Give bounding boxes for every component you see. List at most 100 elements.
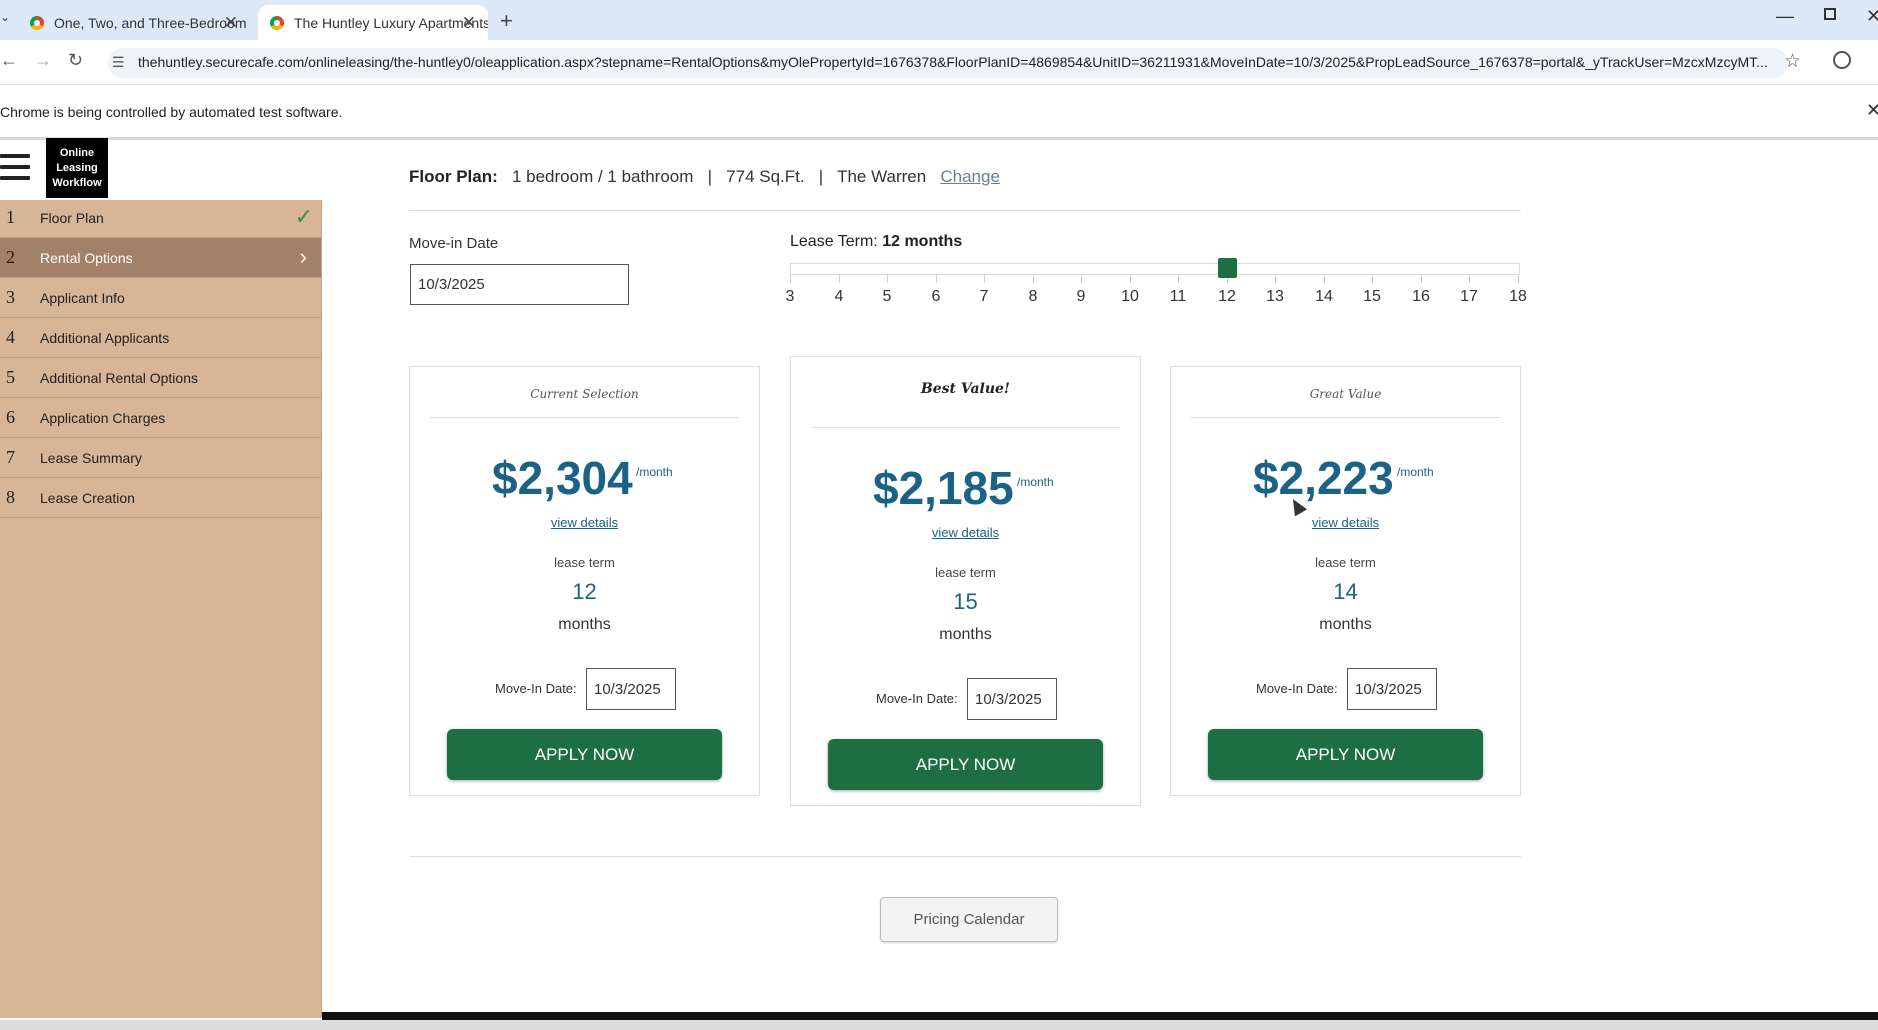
card-price: $2,185	[873, 462, 1014, 514]
step-label: Additional Rental Options	[40, 370, 198, 386]
divider	[409, 856, 1521, 857]
floor-plan-beds-baths: 1 bedroom / 1 bathroom	[511, 167, 694, 186]
slider-tick-label[interactable]: 13	[1260, 288, 1290, 306]
step-number: 4	[6, 327, 15, 347]
slider-tick-label[interactable]: 16	[1406, 288, 1436, 306]
slider-tick-label[interactable]: 5	[872, 288, 902, 306]
sidebar-step-rental-options[interactable]: 2 Rental Options ›	[0, 238, 321, 278]
slider-tick-label[interactable]: 15	[1357, 288, 1387, 306]
slider-tick-label[interactable]: 11	[1163, 288, 1193, 306]
card-price: $2,304	[492, 452, 633, 504]
sidebar-step-application-charges[interactable]: 6 Application Charges	[0, 398, 321, 438]
sidebar-step-lease-summary[interactable]: 7 Lease Summary	[0, 438, 321, 478]
lease-term-slider-track[interactable]	[790, 263, 1520, 275]
floor-plan-summary: Floor Plan: 1 bedroom / 1 bathroom | 774…	[409, 167, 1000, 187]
url-text[interactable]: thehuntley.securecafe.com/onlineleasing/…	[138, 54, 1768, 70]
step-number: 1	[6, 207, 15, 227]
tab-close-icon[interactable]: ✕	[224, 13, 238, 33]
step-label: Lease Creation	[40, 490, 135, 506]
apply-now-button[interactable]: APPLY NOW	[447, 729, 722, 780]
card-per-month: /month	[1017, 475, 1054, 489]
view-details-link[interactable]: view details	[410, 515, 759, 530]
browser-tab-2[interactable]: The Huntley Luxury Apartments ✕	[258, 5, 488, 40]
back-icon[interactable]: ←	[0, 50, 18, 71]
new-tab-icon[interactable]: +	[500, 8, 513, 34]
slider-tick	[1081, 275, 1082, 283]
sidebar-step-applicant-info[interactable]: 3 Applicant Info	[0, 278, 321, 318]
infobar-text: Chrome is being controlled by automated …	[0, 104, 343, 120]
tab-search-chevron-icon[interactable]: ⌄	[0, 10, 10, 24]
slider-tick-label[interactable]: 10	[1115, 288, 1145, 306]
step-number: 8	[6, 487, 15, 507]
card-divider	[430, 417, 739, 418]
reload-icon[interactable]: ↻	[68, 50, 83, 71]
chrome-favicon-icon	[30, 16, 44, 30]
slider-tick-label[interactable]: 17	[1454, 288, 1484, 306]
apply-now-button[interactable]: APPLY NOW	[1208, 729, 1483, 780]
maximize-icon[interactable]	[1824, 8, 1836, 20]
slider-tick	[887, 275, 888, 283]
profile-icon[interactable]	[1833, 51, 1851, 69]
card-move-in-label: Move-In Date:	[495, 681, 577, 696]
badge-line: Leasing	[56, 162, 98, 174]
slider-tick	[1178, 275, 1179, 283]
pricing-card-best-value: Best Value! $2,185 /month view details l…	[790, 356, 1141, 806]
change-floor-plan-link[interactable]: Change	[940, 167, 1000, 186]
slider-tick-label[interactable]: 12	[1212, 288, 1242, 306]
badge-line: Workflow	[52, 177, 102, 189]
infobar-close-icon[interactable]: ✕	[1866, 100, 1878, 121]
move-in-date-input[interactable]	[410, 264, 629, 305]
site-info-icon[interactable]: ☰	[112, 54, 125, 71]
separator: |	[707, 167, 712, 186]
apply-now-button[interactable]: APPLY NOW	[828, 739, 1103, 790]
bookmark-star-icon[interactable]: ☆	[1784, 50, 1801, 73]
window-close-icon[interactable]: ✕	[1866, 6, 1878, 27]
window-bottom-strip	[0, 1020, 1878, 1030]
tab-title: The Huntley Luxury Apartments	[294, 14, 488, 31]
floor-plan-sqft: 774 Sq.Ft.	[726, 167, 805, 186]
card-move-in-input[interactable]	[1347, 668, 1437, 710]
sidebar-step-lease-creation[interactable]: 8 Lease Creation	[0, 478, 321, 518]
lease-term-label: Lease Term:	[790, 233, 878, 250]
card-badge: Best Value!	[920, 381, 1011, 397]
step-number: 3	[6, 287, 15, 307]
step-number: 2	[6, 247, 15, 267]
slider-tick-label[interactable]: 7	[969, 288, 999, 306]
browser-tab-1[interactable]: One, Two, and Three-Bedroom ✕	[18, 5, 250, 40]
card-lease-term: 15	[953, 589, 978, 614]
sidebar-step-additional-rental-options[interactable]: 5 Additional Rental Options	[0, 358, 321, 398]
step-number: 5	[6, 367, 15, 387]
pricing-card-great-value: Great Value $2,223 /month view details l…	[1170, 366, 1521, 796]
page-footer-bar	[322, 1012, 1878, 1020]
slider-tick	[1324, 275, 1325, 283]
pricing-calendar-button[interactable]: Pricing Calendar	[880, 897, 1058, 942]
sidebar-step-additional-applicants[interactable]: 4 Additional Applicants	[0, 318, 321, 358]
slider-tick-label[interactable]: 4	[824, 288, 854, 306]
step-number: 6	[6, 407, 15, 427]
slider-tick	[839, 275, 840, 283]
slider-tick-label[interactable]: 14	[1309, 288, 1339, 306]
tab-close-icon[interactable]: ✕	[462, 13, 476, 33]
lease-term-slider-handle[interactable]	[1218, 258, 1237, 278]
view-details-link[interactable]: view details	[791, 525, 1140, 540]
slider-tick-label[interactable]: 3	[775, 288, 805, 306]
slider-tick-label[interactable]: 9	[1066, 288, 1096, 306]
card-move-in-input[interactable]	[586, 668, 676, 710]
hamburger-menu-icon[interactable]	[0, 150, 32, 184]
slider-tick-label[interactable]: 18	[1503, 288, 1533, 306]
card-months-label: months	[939, 626, 992, 643]
card-move-in-input[interactable]	[967, 678, 1057, 720]
slider-tick-label[interactable]: 6	[921, 288, 951, 306]
minimize-icon[interactable]: —	[1776, 6, 1794, 27]
slider-tick-label[interactable]: 8	[1018, 288, 1048, 306]
slider-tick	[1421, 275, 1422, 283]
step-label: Applicant Info	[40, 290, 125, 306]
card-divider	[1191, 417, 1500, 418]
card-move-in-label: Move-In Date:	[876, 691, 958, 706]
floor-plan-name: The Warren	[837, 167, 927, 186]
card-lease-term: 14	[1333, 579, 1358, 604]
forward-icon[interactable]: →	[34, 50, 52, 71]
sidebar-step-floor-plan[interactable]: 1 Floor Plan ✓	[0, 198, 321, 238]
slider-tick	[790, 275, 791, 283]
view-details-link[interactable]: view details	[1171, 515, 1520, 530]
